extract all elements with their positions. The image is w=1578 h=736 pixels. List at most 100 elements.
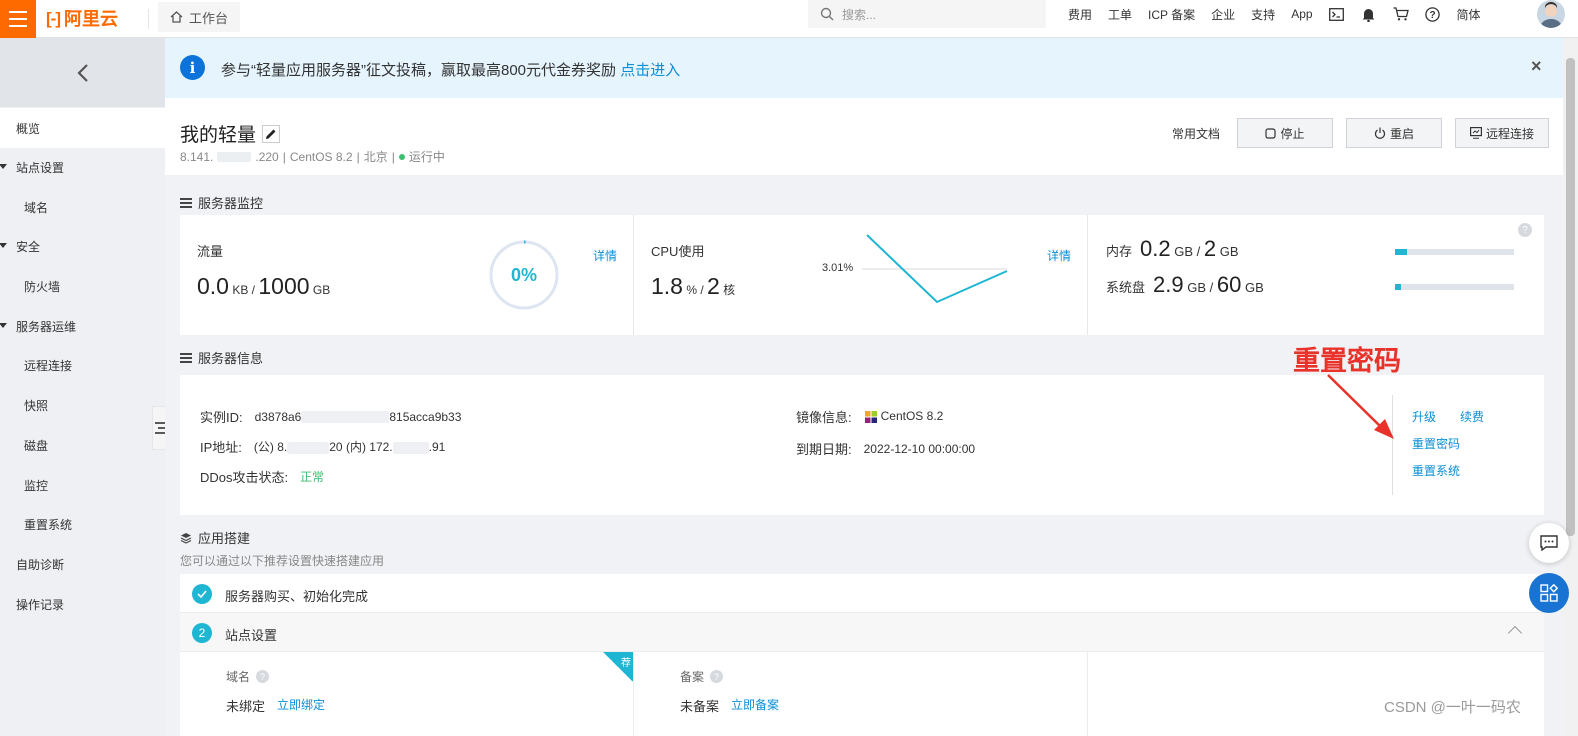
nav-enterprise[interactable]: 企业 xyxy=(1211,6,1235,23)
traffic-total-unit: GB xyxy=(312,283,331,297)
sidebar-item-reset-system[interactable]: 重置系统 xyxy=(0,504,165,544)
restart-button[interactable]: 重启 xyxy=(1345,118,1442,148)
sidebar-item-label: 监控 xyxy=(24,478,49,493)
sidebar-item-ops[interactable]: 服务器运维 xyxy=(0,306,165,346)
sidebar-item-label: 概览 xyxy=(16,121,41,136)
apps-grid-icon[interactable] xyxy=(1529,573,1569,613)
edit-icon[interactable] xyxy=(262,124,281,143)
ip-private-prefix: (内) 172. xyxy=(345,440,393,454)
nav-app[interactable]: App xyxy=(1291,7,1312,21)
notice-link[interactable]: 点击进入 xyxy=(620,62,680,79)
avatar[interactable] xyxy=(1537,0,1565,28)
reset-password-link[interactable]: 重置密码 xyxy=(1412,435,1460,452)
scrollbar-thumb[interactable] xyxy=(1566,58,1575,536)
domain-label: 域名 xyxy=(226,670,251,684)
recommend-badge-text: 荐 xyxy=(621,658,631,669)
storage-card: ? 内存 0.2 GB / 2 GB 系统盘 2.9 GB / 60 GB xyxy=(1088,215,1542,335)
traffic-used-unit: KB xyxy=(232,283,249,297)
cpu-peak-label: 3.01% xyxy=(822,262,854,274)
menu-icon[interactable] xyxy=(0,0,36,38)
sidebar-item-domain[interactable]: 域名 xyxy=(0,187,165,227)
sidebar-item-label: 远程连接 xyxy=(24,358,73,373)
status-badge: 运行中 xyxy=(408,150,445,164)
aliyun-logo[interactable]: [-] 阿里云 xyxy=(46,9,118,29)
recommend-badge: 荐 xyxy=(603,652,633,682)
cart-icon[interactable] xyxy=(1385,7,1417,21)
list-icon xyxy=(154,422,165,434)
app-subtitle: 您可以通过以下推荐设置快速搭建应用 xyxy=(180,554,385,568)
sidebar-toggle-handle[interactable] xyxy=(152,406,166,450)
sidebar: 概览 站点设置 域名 安全 防火墙 服务器运维 远程连接 快照 磁盘 监控 重置… xyxy=(0,38,166,736)
separator: | xyxy=(391,149,395,164)
renew-link[interactable]: 续费 xyxy=(1460,408,1484,425)
collapse-sidebar-button[interactable] xyxy=(0,38,165,107)
sidebar-item-security[interactable]: 安全 xyxy=(0,226,165,266)
bell-icon[interactable] xyxy=(1353,7,1385,22)
remote-connect-button[interactable]: 远程连接 xyxy=(1454,118,1549,148)
search-input[interactable]: 搜索... xyxy=(808,0,1046,28)
image-row: 镜像信息: CentOS 8.2 xyxy=(796,407,943,426)
language-switch[interactable]: 简体 xyxy=(1457,6,1481,23)
step-site-settings[interactable]: 2 站点设置 xyxy=(180,613,1544,652)
help-icon[interactable]: ? xyxy=(710,670,724,683)
instance-id-label: 实例ID: xyxy=(200,410,243,425)
chat-icon[interactable] xyxy=(1529,523,1569,563)
sidebar-item-oplog[interactable]: 操作记录 xyxy=(0,584,165,624)
instance-id-prefix: d3878a6 xyxy=(254,409,302,424)
instance-name: 我的轻量 xyxy=(180,125,257,146)
caret-down-icon xyxy=(0,164,7,169)
disk-total: 60 xyxy=(1216,272,1242,297)
sidebar-item-monitor[interactable]: 监控 xyxy=(0,465,165,505)
remote-connect-label: 远程连接 xyxy=(1485,126,1534,141)
restart-label: 重启 xyxy=(1389,126,1414,141)
sidebar-item-remote[interactable]: 远程连接 xyxy=(0,345,165,385)
traffic-detail-link[interactable]: 详情 xyxy=(593,247,617,264)
separator: | xyxy=(282,149,286,164)
workbench-button[interactable]: 工作台 xyxy=(158,2,241,32)
traffic-label: 流量 xyxy=(197,244,224,259)
sidebar-item-diagnose[interactable]: 自助诊断 xyxy=(0,544,165,584)
sidebar-item-snapshot[interactable]: 快照 xyxy=(0,385,165,425)
help-icon[interactable]: ? xyxy=(1518,223,1532,237)
check-icon xyxy=(192,584,212,604)
sidebar-item-overview[interactable]: 概览 xyxy=(0,108,165,148)
nav-support[interactable]: 支持 xyxy=(1251,6,1275,23)
nav-icp[interactable]: ICP 备案 xyxy=(1148,6,1195,23)
help-icon[interactable]: ? xyxy=(256,670,270,683)
notice-text: 参与“轻量应用服务器”征文投稿，赢取最高800元代金券奖励 点击进入 xyxy=(221,59,680,80)
stop-icon xyxy=(1265,127,1277,139)
redacted-block xyxy=(217,151,252,162)
scrollbar[interactable] xyxy=(1563,38,1578,736)
step-purchase[interactable]: 服务器购买、初始化完成 xyxy=(180,574,1544,613)
sidebar-item-label: 域名 xyxy=(24,200,49,215)
icp-apply-link[interactable]: 立即备案 xyxy=(731,696,779,715)
nav-ticket[interactable]: 工单 xyxy=(1108,6,1132,23)
list-icon xyxy=(180,197,192,208)
nav-billing[interactable]: 费用 xyxy=(1068,6,1092,23)
monitor-panel: 流量 0.0 KB / 1000 GB 0% 详情 CPU使用 1.8 % / … xyxy=(180,215,1544,335)
step-site-settings-label: 站点设置 xyxy=(225,628,278,643)
reset-system-link[interactable]: 重置系统 xyxy=(1412,462,1460,479)
notice-message: 参与“轻量应用服务器”征文投稿，赢取最高800元代金券奖励 xyxy=(221,62,617,79)
cpu-detail-link[interactable]: 详情 xyxy=(1047,247,1071,264)
section-title-app: 应用搭建 xyxy=(180,528,250,547)
help-icon[interactable]: ? xyxy=(1417,6,1449,22)
domain-card: 荐 域名? 未绑定 立即绑定 xyxy=(180,652,634,736)
step-purchase-label: 服务器购买、初始化完成 xyxy=(225,589,369,604)
terminal-icon[interactable] xyxy=(1321,7,1353,21)
workbench-label: 工作台 xyxy=(189,10,229,26)
upgrade-link[interactable]: 升级 xyxy=(1412,408,1436,425)
sidebar-item-site-settings[interactable]: 站点设置 xyxy=(0,147,165,187)
bind-domain-link[interactable]: 立即绑定 xyxy=(277,696,325,715)
sidebar-item-firewall[interactable]: 防火墙 xyxy=(0,266,165,306)
logo-mark-icon: [-] xyxy=(46,9,61,28)
stop-button[interactable]: 停止 xyxy=(1236,118,1333,148)
instance-meta: 8.141. .220 | CentOS 8.2 | 北京 | 运行中 xyxy=(180,148,445,165)
traffic-percent: 0% xyxy=(510,264,537,285)
close-icon[interactable]: × xyxy=(1531,56,1542,77)
ip-value: (公) 8. 20 (内) 172. .91 xyxy=(254,438,445,455)
sidebar-item-disk[interactable]: 磁盘 xyxy=(0,425,165,465)
chevron-up-icon[interactable] xyxy=(1507,625,1523,641)
docs-link[interactable]: 常用文档 xyxy=(1172,125,1220,142)
section-title-info: 服务器信息 xyxy=(180,348,263,367)
